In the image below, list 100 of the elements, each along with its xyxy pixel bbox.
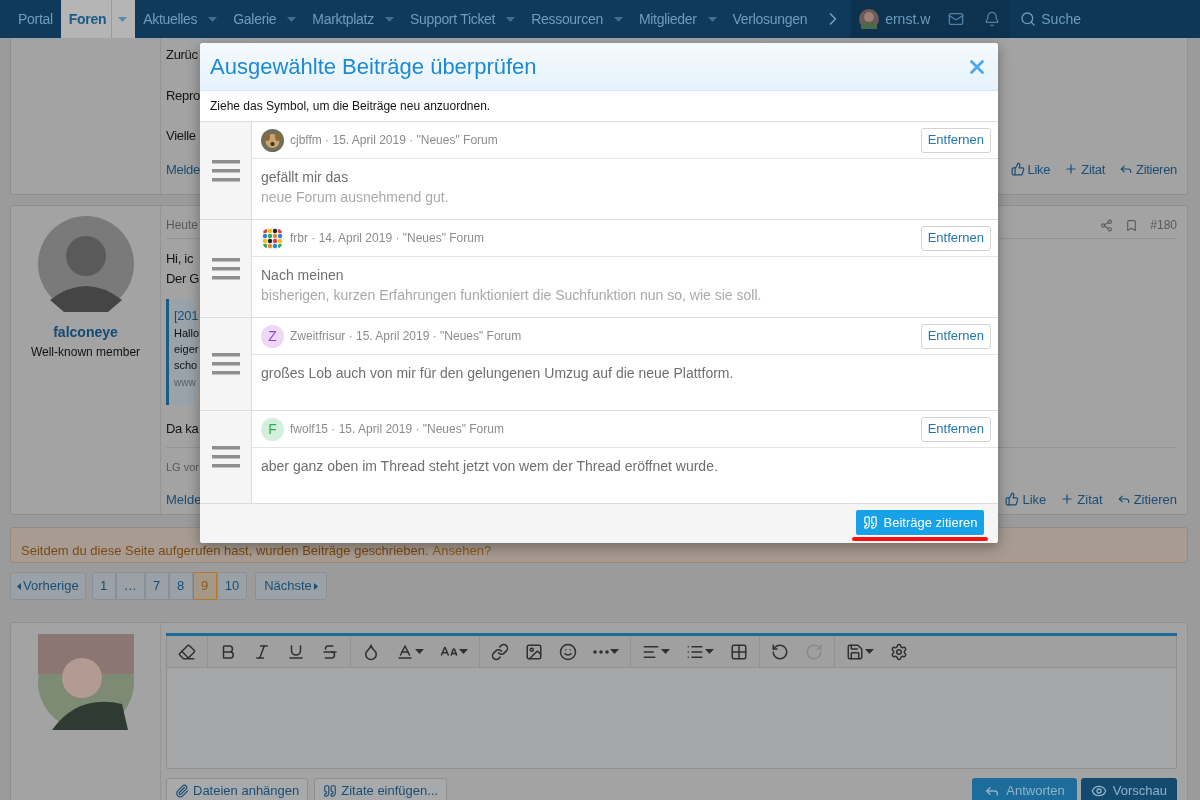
post-text: Da ka <box>166 420 199 438</box>
like-link[interactable]: Like <box>1010 159 1051 179</box>
attach-files-button[interactable]: Dateien anhängen <box>166 778 309 800</box>
caret-icon <box>865 649 874 654</box>
post-text: Der G <box>166 270 200 288</box>
previous-page-button[interactable]: Vorherige <box>10 572 86 600</box>
nav-tab[interactable]: Marktplatz <box>304 0 402 38</box>
caret-icon <box>459 649 468 654</box>
caret-icon <box>661 649 670 654</box>
remove-button[interactable]: Entfernen <box>920 225 991 251</box>
post-text: Vielle <box>166 127 196 145</box>
quote-icon <box>323 784 338 798</box>
nav-tab[interactable]: Portal <box>10 0 61 38</box>
notice-text: Seitdem du diese Seite aufgerufen hast, wurden Beiträge geschrieben. <box>21 541 429 560</box>
drag-handle-icon[interactable] <box>211 353 240 375</box>
signature-text: LG vor <box>166 460 199 473</box>
thumbs-up-icon <box>1010 162 1025 177</box>
alerts-button[interactable] <box>974 0 1011 38</box>
drag-handle-icon[interactable] <box>211 446 240 468</box>
table-icon <box>730 642 748 661</box>
quote-source: www <box>174 376 196 390</box>
avatar-letter: Z <box>268 326 277 346</box>
page-button[interactable]: … <box>115 572 145 600</box>
post-meta: Zweitfrisur · 15. April 2019 · "Neues" Forum <box>290 328 522 345</box>
caret-icon <box>707 16 717 22</box>
underline-icon <box>287 642 305 661</box>
strikethrough-icon <box>321 642 339 661</box>
quote-title[interactable]: [201 <box>174 307 196 325</box>
caret-icon <box>506 16 516 22</box>
reply-button[interactable]: Antworten <box>972 778 1077 800</box>
search-icon <box>1020 11 1037 27</box>
page-button[interactable]: 1 <box>91 572 116 600</box>
undo-icon <box>771 642 789 661</box>
insert-quotes-button[interactable]: Zitate einfügen... <box>314 778 448 800</box>
post-excerpt: großes Lob auch von mir für den gelungenen Umzug auf die neue Plattform. <box>261 364 735 383</box>
nav-tab[interactable]: Support Ticket <box>401 0 524 38</box>
smiley-icon <box>559 642 577 661</box>
caret-icon <box>118 16 128 22</box>
ellipsis-icon <box>593 649 609 654</box>
next-page-button[interactable]: Nächste <box>255 572 327 600</box>
share-icon[interactable] <box>1100 218 1114 232</box>
caret-icon <box>287 16 297 22</box>
bookmark-icon[interactable] <box>1125 218 1139 232</box>
reply-link[interactable]: Zitieren <box>1116 489 1177 509</box>
post-text: Zurüc <box>166 46 198 64</box>
author-name[interactable]: falconeye <box>53 322 118 343</box>
post-excerpt: Nach meinen <box>261 266 345 285</box>
report-link[interactable]: Melde <box>166 489 202 509</box>
save-icon <box>846 642 864 661</box>
caret-icon <box>705 649 714 654</box>
eye-icon <box>1090 783 1107 799</box>
remove-button[interactable]: Entfernen <box>920 323 991 349</box>
preview-button[interactable]: Vorschau <box>1080 778 1177 800</box>
caret-icon <box>384 16 394 22</box>
user-menu[interactable]: ernst.w <box>851 0 939 38</box>
caret-icon <box>613 16 623 22</box>
thumbs-up-icon <box>1005 492 1020 507</box>
post-excerpt: bisherigen, kurzen Erfahrungen funktioniert die Suchfunktion nun so, wie sie soll. <box>261 286 763 305</box>
drag-handle-icon[interactable] <box>211 159 240 182</box>
add-quote-link[interactable]: Zitat <box>1064 159 1106 179</box>
quote-posts-button[interactable]: Beiträge zitieren <box>855 510 985 535</box>
post-meta: frbr · 14. April 2019 · "Neues" Forum <box>290 230 484 247</box>
bell-icon <box>984 11 1001 27</box>
page-button[interactable]: 7 <box>144 572 169 600</box>
nav-tab[interactable]: Galerie <box>225 0 305 38</box>
settings-icon <box>890 642 908 661</box>
nav-tab[interactable]: Ressourcen <box>523 0 631 38</box>
author-rank: Well-known member <box>30 344 141 361</box>
post-excerpt: aber ganz oben im Thread steht jetzt von wem der Thread eröffnet wurde. <box>261 457 719 476</box>
plus-icon <box>1060 492 1075 507</box>
avatar-letter: F <box>268 419 277 439</box>
like-link[interactable]: Like <box>1005 489 1047 509</box>
report-link[interactable]: Melde <box>166 159 200 179</box>
post-number[interactable]: #180 <box>1150 216 1177 234</box>
reply-link[interactable]: Zitieren <box>1119 159 1177 179</box>
eraser-icon <box>178 642 196 661</box>
page-button[interactable]: 10 <box>216 572 248 600</box>
nav-tab[interactable]: Aktuelles <box>135 0 226 38</box>
post-excerpt: neue Forum ausnehmend gut. <box>261 188 450 207</box>
caret-icon <box>610 649 619 654</box>
view-link[interactable]: Ansehen? <box>432 540 492 560</box>
post-date: Heute <box>166 217 199 234</box>
link-icon <box>491 642 509 661</box>
post-meta: fwolf15 · 15. April 2019 · "Neues" Forum <box>290 421 504 438</box>
nav-tab[interactable]: Verlosungen <box>724 0 816 38</box>
search-button[interactable]: Suche <box>1010 0 1200 38</box>
remove-button[interactable]: Entfernen <box>920 416 991 442</box>
paperclip-icon <box>175 784 189 798</box>
post-meta: cjbffm · 15. April 2019 · "Neues" Forum <box>290 132 498 149</box>
mail-icon <box>948 11 965 27</box>
page-button[interactable]: 9 <box>192 572 217 600</box>
drag-handle-icon[interactable] <box>211 257 240 280</box>
page-button[interactable]: 8 <box>168 572 193 600</box>
post-text: Hi, ic <box>166 250 194 268</box>
image-icon <box>525 642 543 661</box>
add-quote-link[interactable]: Zitat <box>1060 489 1103 509</box>
nav-tab[interactable]: Foren <box>60 0 136 38</box>
remove-button[interactable]: Entfernen <box>920 127 991 153</box>
nav-tab[interactable]: Mitglieder <box>630 0 725 38</box>
caret-icon <box>415 649 424 654</box>
